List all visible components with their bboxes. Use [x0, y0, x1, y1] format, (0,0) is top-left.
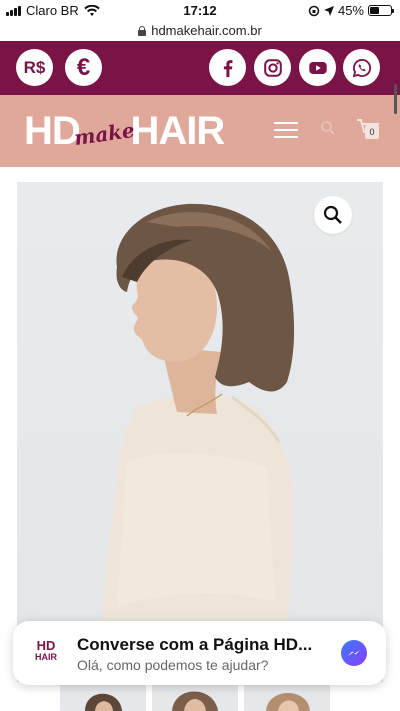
lock-icon [138, 25, 147, 36]
site-logo[interactable]: HD make HAIR [24, 108, 225, 153]
whatsapp-icon [352, 58, 371, 77]
battery-percent: 45% [337, 3, 364, 18]
site-header: HD make HAIR [0, 95, 400, 167]
instagram-icon [263, 58, 282, 77]
chat-subtitle: Olá, como podemos te ajudar? [77, 657, 269, 673]
facebook-button[interactable] [209, 49, 246, 86]
real-currency-label: R$ [23, 57, 46, 77]
logo-hair: HAIR [130, 108, 225, 153]
thumbnail-strip [60, 683, 340, 711]
status-right: 45% [308, 3, 394, 18]
thumbnail[interactable] [60, 683, 146, 711]
scrollbar[interactable] [394, 84, 397, 114]
url-text[interactable]: hdmakehair.com.br [151, 23, 262, 38]
wig-model-illustration [97, 203, 295, 682]
chat-logo-hair: HAIR [35, 652, 57, 662]
thumbnail[interactable] [244, 683, 330, 711]
currency-real-button[interactable]: R$ [16, 49, 53, 86]
messenger-icon[interactable] [341, 640, 367, 666]
location-arrow-icon [323, 5, 334, 16]
orientation-lock-icon [308, 5, 320, 16]
zoom-button[interactable] [314, 196, 352, 234]
euro-currency-label: € [76, 53, 91, 81]
whatsapp-button[interactable] [343, 49, 380, 86]
messenger-chat-widget[interactable]: HD HAIR Converse com a Página HD... Olá,… [13, 621, 386, 685]
hamburger-menu-icon[interactable] [274, 122, 298, 138]
currency-euro-button[interactable]: € [65, 49, 102, 86]
cart-count-badge: 0 [365, 125, 379, 139]
battery-icon [368, 5, 394, 16]
facebook-icon [223, 59, 232, 77]
url-bar[interactable]: hdmakehair.com.br [0, 20, 400, 40]
product-image[interactable] [17, 182, 383, 682]
chat-title: Converse com a Página HD... [77, 635, 313, 654]
instagram-button[interactable] [254, 49, 291, 86]
chat-logo-hd: HD [36, 638, 56, 653]
youtube-icon [308, 61, 327, 74]
chat-page-logo: HD HAIR [31, 639, 61, 667]
magnifier-icon [323, 205, 342, 224]
youtube-button[interactable] [299, 49, 336, 86]
search-icon[interactable] [320, 120, 336, 136]
top-bar: R$ € [0, 41, 400, 95]
logo-make: make [72, 117, 136, 151]
logo-hd: HD [24, 108, 81, 153]
thumbnail[interactable] [152, 683, 238, 711]
status-bar: Claro BR 17:12 45% [0, 0, 400, 22]
